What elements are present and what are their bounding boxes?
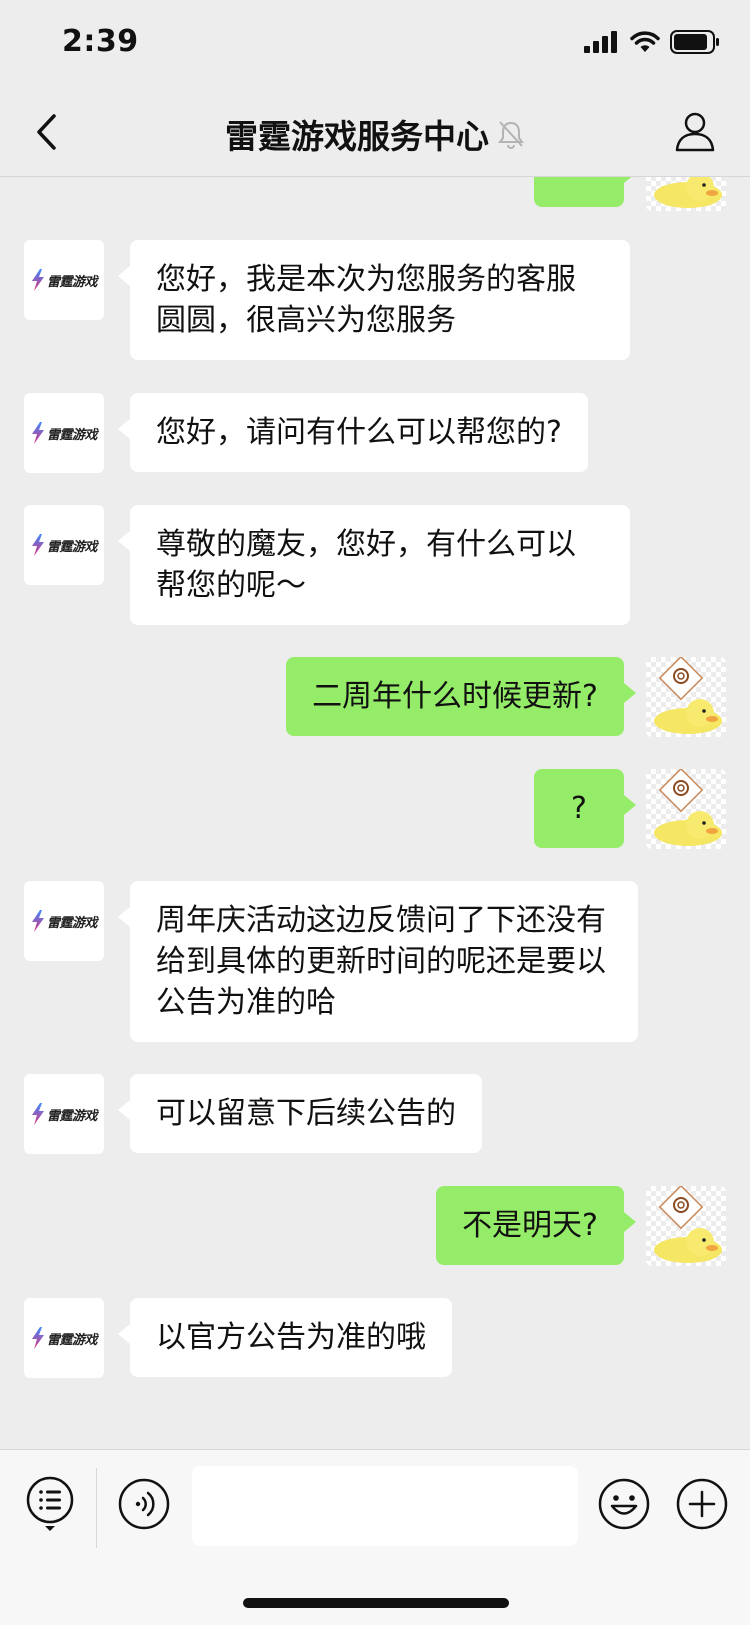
message-bubble: ? [534,769,636,848]
avatar-service[interactable]: 雷霆游戏 [24,1298,104,1378]
message-bubble: 周年庆活动这边反馈问了下还没有给到具体的更新时间的呢还是要以公告为准的哈 [118,881,638,1042]
message-bubble: 不是明天? [436,1186,636,1265]
brand-logo: 雷霆游戏 [31,269,98,291]
logo-text: 雷霆游戏 [46,1108,98,1124]
home-indicator[interactable] [243,1598,509,1608]
nav-bar: 雷霆游戏服务中心 [0,88,750,177]
lightning-logo-icon [31,910,44,932]
lightning-logo-icon [31,1103,44,1125]
logo-text: 雷霆游戏 [46,915,98,931]
logo-text: 雷霆游戏 [46,427,98,443]
logo-text: 雷霆游戏 [46,274,98,290]
emoji-icon [598,1478,650,1530]
avatar-self[interactable] [646,1186,726,1266]
input-bar [0,1449,750,1625]
voice-button[interactable] [114,1474,174,1534]
message-bubble [534,177,636,207]
lightning-logo-icon [31,269,44,291]
page-title: 雷霆游戏服务中心 [225,117,489,156]
menu-button[interactable] [20,1474,80,1534]
emoji-button[interactable] [594,1474,654,1534]
message-bubble: 尊敬的魔友，您好，有什么可以帮您的呢～ [118,505,630,625]
duck-avatar-icon [646,657,726,737]
lightning-logo-icon [31,534,44,556]
brand-logo: 雷霆游戏 [31,422,98,444]
message-input[interactable] [192,1466,578,1546]
avatar-self[interactable] [646,769,726,849]
voice-icon [118,1478,170,1530]
status-bar: 2:39 [0,0,750,88]
brand-logo: 雷霆游戏 [31,534,98,556]
avatar-service[interactable]: 雷霆游戏 [24,505,104,585]
battery-icon [670,30,719,54]
avatar-service[interactable]: 雷霆游戏 [24,1074,104,1154]
message-bubble: 可以留意下后续公告的 [118,1074,482,1153]
wifi-icon [630,31,660,52]
chat-area[interactable]: 雷霆游戏 您好，我是本次为您服务的客服圆圆，很高兴为您服务 雷霆游戏 您好，请问… [0,177,750,1447]
avatar-self[interactable] [646,657,726,737]
mute-bell-icon [498,121,524,149]
duck-avatar-icon [646,1186,726,1266]
logo-text: 雷霆游戏 [46,1332,98,1348]
add-button[interactable] [672,1474,732,1534]
person-icon [675,112,715,152]
brand-logo: 雷霆游戏 [31,1327,98,1349]
brand-logo: 雷霆游戏 [31,910,98,932]
duck-avatar-icon [646,769,726,849]
avatar-self[interactable] [646,177,726,211]
status-time: 2:39 [62,24,139,59]
lightning-logo-icon [31,422,44,444]
list-menu-icon [26,1476,74,1531]
message-bubble: 以官方公告为准的哦 [118,1298,452,1377]
nav-title-wrap: 雷霆游戏服务中心 [0,110,750,158]
plus-icon [676,1478,728,1530]
signal-icon [584,31,617,53]
message-bubble: 您好，我是本次为您服务的客服圆圆，很高兴为您服务 [118,240,630,360]
logo-text: 雷霆游戏 [46,539,98,555]
profile-button[interactable] [670,106,720,156]
message-bubble: 二周年什么时候更新? [286,657,636,736]
avatar-service[interactable]: 雷霆游戏 [24,881,104,961]
brand-logo: 雷霆游戏 [31,1103,98,1125]
avatar-service[interactable]: 雷霆游戏 [24,393,104,473]
input-divider [96,1468,97,1548]
status-icons [584,30,720,54]
lightning-logo-icon [31,1327,44,1349]
avatar-service[interactable]: 雷霆游戏 [24,240,104,320]
message-bubble: 您好，请问有什么可以帮您的? [118,393,588,472]
duck-avatar-icon [646,177,726,211]
